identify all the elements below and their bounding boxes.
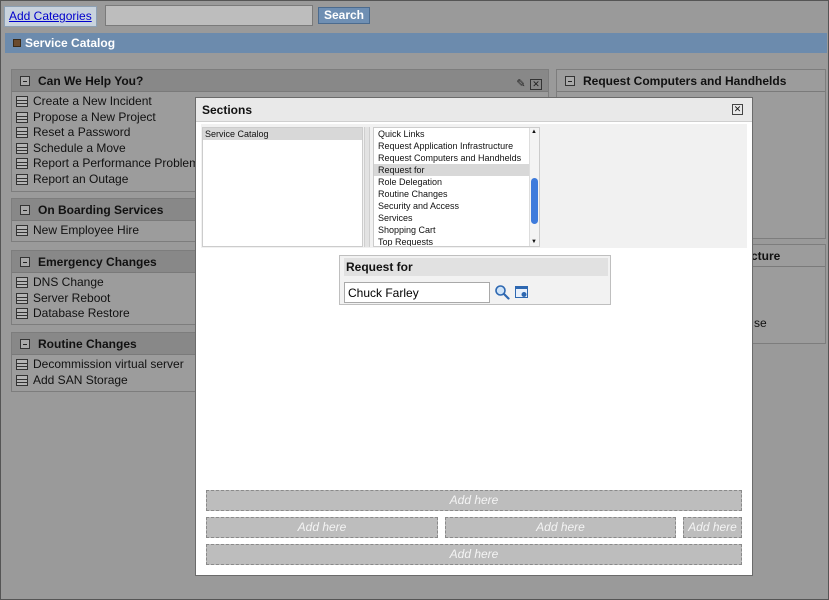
list-item[interactable]: Database Restore bbox=[16, 306, 195, 322]
catalog-item-icon bbox=[16, 142, 28, 154]
emergency-link-list: DNS Change Server Reboot Database Restor… bbox=[12, 273, 195, 322]
list-item-label: Report an Outage bbox=[33, 171, 129, 186]
portlet-on-boarding: On Boarding Services New Employee Hire bbox=[11, 198, 196, 242]
dialog-header: Sections ✕ bbox=[196, 98, 752, 122]
list-item-label: Propose a New Project bbox=[33, 109, 156, 124]
section-option[interactable]: Security and Access bbox=[374, 200, 539, 212]
list-item[interactable]: New Employee Hire bbox=[16, 223, 195, 239]
catalog-item-icon bbox=[16, 292, 28, 304]
list-item[interactable]: DNS Change bbox=[16, 275, 195, 291]
search-input[interactable] bbox=[105, 5, 313, 26]
portlet-header: Can We Help You? ✎ ✕ bbox=[12, 70, 548, 92]
list-item-label: DNS Change bbox=[33, 275, 104, 289]
section-option[interactable]: Shopping Cart bbox=[374, 224, 539, 236]
section-option[interactable]: Quick Links bbox=[374, 128, 539, 140]
list-item-label: Schedule a Move bbox=[33, 140, 126, 155]
catalog-item-icon bbox=[16, 359, 28, 370]
scroll-thumb[interactable] bbox=[531, 178, 538, 224]
search-button[interactable]: Search bbox=[318, 7, 370, 24]
portlet-title: Emergency Changes bbox=[38, 255, 157, 269]
list-item-label: Add SAN Storage bbox=[33, 372, 128, 387]
collapse-icon[interactable] bbox=[20, 257, 30, 267]
close-icon[interactable]: ✕ bbox=[732, 104, 743, 115]
portlet-emergency-changes: Emergency Changes DNS Change Server Rebo… bbox=[11, 250, 196, 325]
list-item-label: Create a New Incident bbox=[33, 94, 152, 108]
collapse-icon[interactable] bbox=[20, 205, 30, 215]
catalog-item-icon bbox=[16, 111, 28, 123]
scroll-up-icon[interactable]: ▲ bbox=[531, 128, 537, 136]
portlet-header: Routine Changes bbox=[12, 333, 195, 355]
service-catalog-bar: Service Catalog bbox=[5, 33, 827, 53]
portlet-title-fragment: cture bbox=[751, 249, 781, 263]
search-icon[interactable] bbox=[494, 284, 510, 300]
collapse-icon[interactable] bbox=[20, 339, 30, 349]
section-option[interactable]: Request Computers and Handhelds bbox=[374, 152, 539, 164]
section-picker: Service Catalog Quick Links Request Appl… bbox=[201, 124, 747, 248]
portlet-title: Request Computers and Handhelds bbox=[583, 74, 787, 88]
list-item-label: Server Reboot bbox=[33, 290, 111, 305]
list-item[interactable]: Decommission virtual server bbox=[16, 357, 195, 373]
catalog-item-icon bbox=[16, 96, 28, 107]
section-option[interactable]: Routine Changes bbox=[374, 188, 539, 200]
list-item-label: Decommission virtual server bbox=[33, 357, 184, 371]
catalog-item-icon bbox=[16, 158, 28, 169]
section-list[interactable]: Quick Links Request Application Infrastr… bbox=[373, 127, 540, 247]
portlet-title: Can We Help You? bbox=[38, 74, 144, 88]
onboarding-link-list: New Employee Hire bbox=[12, 221, 195, 239]
list-item-label: Database Restore bbox=[33, 306, 130, 320]
list-item-label: New Employee Hire bbox=[33, 223, 140, 237]
drop-zone-row2-right[interactable]: Add here bbox=[683, 517, 742, 538]
catalog-item-icon bbox=[16, 308, 28, 319]
portlet-tools: ✎ ✕ bbox=[515, 73, 542, 95]
category-list[interactable]: Service Catalog bbox=[202, 127, 363, 247]
drop-zone-row3[interactable]: Add here bbox=[206, 544, 742, 565]
list-item[interactable]: Server Reboot bbox=[16, 291, 195, 307]
list-item-label: Report a Performance Problem bbox=[33, 156, 200, 170]
section-option[interactable]: Top Requests bbox=[374, 236, 539, 246]
catalog-item-icon bbox=[16, 225, 28, 236]
routine-link-list: Decommission virtual server Add SAN Stor… bbox=[12, 355, 195, 388]
category-item-selected[interactable]: Service Catalog bbox=[203, 128, 362, 140]
catalog-title: Service Catalog bbox=[25, 36, 116, 50]
catalog-item-icon bbox=[16, 127, 28, 138]
drop-zone-row2-middle[interactable]: Add here bbox=[445, 517, 676, 538]
drop-zone-row1[interactable]: Add here bbox=[206, 490, 742, 511]
portlet-title: On Boarding Services bbox=[38, 203, 164, 217]
request-for-input[interactable] bbox=[344, 282, 490, 303]
portlet-title: Routine Changes bbox=[38, 337, 137, 351]
catalog-cube-icon bbox=[13, 39, 21, 47]
close-icon[interactable]: ✕ bbox=[530, 79, 542, 90]
portlet-header: Request Computers and Handhelds bbox=[557, 70, 825, 92]
reference-card-icon[interactable] bbox=[515, 285, 529, 299]
sections-dialog: Sections ✕ Service Catalog Quick Links R… bbox=[195, 97, 753, 576]
edit-icon[interactable]: ✎ bbox=[515, 73, 527, 95]
request-for-panel: Request for bbox=[339, 255, 611, 305]
scroll-down-icon[interactable]: ▼ bbox=[531, 238, 537, 246]
dialog-title: Sections bbox=[202, 103, 253, 117]
section-list-scrollbar[interactable]: ▲ ▼ bbox=[529, 128, 539, 246]
section-option[interactable]: Request Application Infrastructure bbox=[374, 140, 539, 152]
section-option-selected[interactable]: Request for bbox=[374, 164, 539, 176]
section-option[interactable]: Services bbox=[374, 212, 539, 224]
list-splitter[interactable] bbox=[364, 127, 370, 247]
portlet-header: Emergency Changes bbox=[12, 251, 195, 273]
list-item-label: Reset a Password bbox=[33, 125, 131, 139]
list-item[interactable]: Add SAN Storage bbox=[16, 373, 195, 389]
catalog-item-icon bbox=[16, 173, 28, 185]
list-item-fragment: se bbox=[754, 316, 767, 330]
portlet-routine-changes: Routine Changes Decommission virtual ser… bbox=[11, 332, 196, 392]
collapse-icon[interactable] bbox=[565, 76, 575, 86]
portlet-header: On Boarding Services bbox=[12, 199, 195, 221]
drop-zone-row2-left[interactable]: Add here bbox=[206, 517, 438, 538]
catalog-item-icon bbox=[16, 374, 28, 386]
add-categories-link[interactable]: Add Categories bbox=[4, 6, 97, 27]
catalog-item-icon bbox=[16, 277, 28, 288]
collapse-icon[interactable] bbox=[20, 76, 30, 86]
request-for-title: Request for bbox=[344, 258, 608, 276]
section-option[interactable]: Role Delegation bbox=[374, 176, 539, 188]
